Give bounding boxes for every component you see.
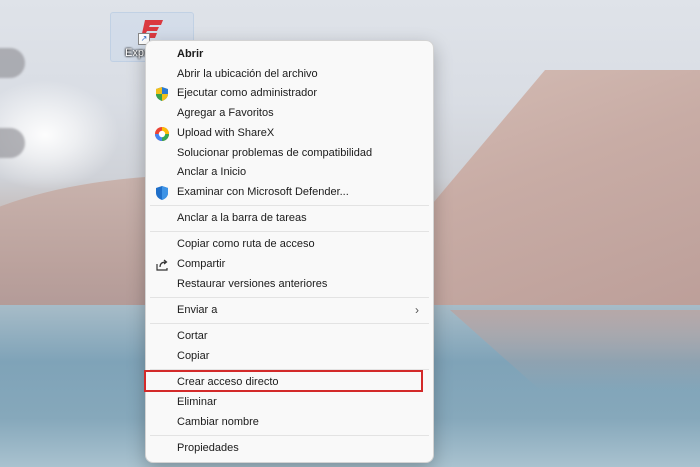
share-icon: [156, 259, 168, 271]
menu-item-copiar-ruta[interactable]: Copiar como ruta de acceso: [150, 235, 429, 255]
menu-item-label: Abrir la ubicación del archivo: [177, 68, 318, 80]
menu-separator: [150, 323, 429, 324]
menu-item-label: Compartir: [177, 258, 226, 270]
menu-item-defender[interactable]: Examinar con Microsoft Defender...: [150, 183, 429, 203]
menu-item-label: Examinar con Microsoft Defender...: [177, 186, 349, 198]
menu-item-anclar-barra[interactable]: Anclar a la barra de tareas: [150, 209, 429, 229]
menu-item-sharex[interactable]: Upload with ShareX: [150, 124, 429, 144]
menu-item-abrir[interactable]: Abrir: [150, 45, 429, 65]
menu-item-label: Cortar: [177, 330, 208, 342]
menu-item-agregar-favoritos[interactable]: Agregar a Favoritos: [150, 104, 429, 124]
menu-item-label: Copiar: [177, 350, 210, 362]
menu-item-label: Upload with ShareX: [177, 127, 275, 139]
blurred-desktop-icon: [0, 48, 25, 78]
menu-item-label: Anclar a la barra de tareas: [177, 212, 307, 224]
menu-separator: [150, 231, 429, 232]
menu-item-label: Eliminar: [177, 396, 217, 408]
menu-item-label: Abrir: [177, 48, 204, 60]
menu-item-copiar[interactable]: Copiar: [150, 347, 429, 367]
menu-separator: [150, 435, 429, 436]
chevron-right-icon: ›: [415, 303, 419, 317]
menu-item-label: Copiar como ruta de acceso: [177, 238, 315, 250]
context-menu: Abrir Abrir la ubicación del archivo Eje…: [145, 40, 434, 463]
menu-item-anclar-inicio[interactable]: Anclar a Inicio: [150, 163, 429, 183]
menu-item-eliminar[interactable]: Eliminar: [150, 393, 429, 413]
menu-item-restaurar-versiones[interactable]: Restaurar versiones anteriores: [150, 275, 429, 295]
menu-item-abrir-ubicacion[interactable]: Abrir la ubicación del archivo: [150, 65, 429, 85]
defender-shield-icon: [156, 186, 168, 200]
menu-item-compartir[interactable]: Compartir: [150, 255, 429, 275]
sharex-icon: [155, 127, 169, 141]
menu-item-enviar-a[interactable]: Enviar a ›: [150, 301, 429, 321]
menu-item-label: Ejecutar como administrador: [177, 87, 318, 99]
menu-item-label: Cambiar nombre: [177, 416, 259, 428]
menu-item-compatibilidad[interactable]: Solucionar problemas de compatibilidad: [150, 144, 429, 164]
menu-item-ejecutar-admin[interactable]: Ejecutar como administrador: [150, 84, 429, 104]
menu-item-cambiar-nombre[interactable]: Cambiar nombre: [150, 413, 429, 433]
menu-item-label: Enviar a: [177, 304, 218, 316]
uac-shield-icon: [156, 87, 168, 101]
menu-separator: [150, 297, 429, 298]
menu-item-label: Restaurar versiones anteriores: [177, 278, 328, 290]
menu-item-label: Solucionar problemas de compatibilidad: [177, 147, 373, 159]
highlight-box: [144, 370, 423, 392]
menu-item-label: Propiedades: [177, 442, 239, 454]
menu-item-label: Anclar a Inicio: [177, 166, 247, 178]
menu-item-propiedades[interactable]: Propiedades: [150, 439, 429, 459]
menu-item-label: Agregar a Favoritos: [177, 107, 274, 119]
menu-separator: [150, 205, 429, 206]
menu-item-cortar[interactable]: Cortar: [150, 327, 429, 347]
